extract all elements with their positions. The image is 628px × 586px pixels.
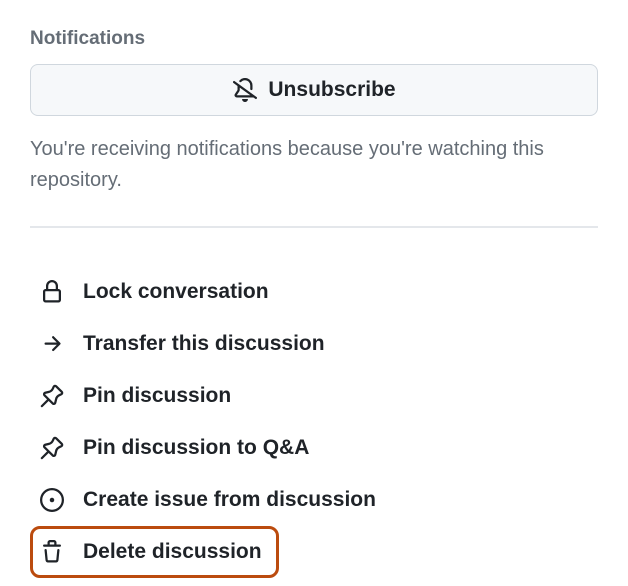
notifications-heading: Notifications bbox=[30, 28, 598, 50]
unsubscribe-label: Unsubscribe bbox=[268, 78, 395, 102]
pin-icon bbox=[39, 435, 65, 461]
pin-discussion-action[interactable]: Pin discussion bbox=[30, 370, 598, 422]
transfer-discussion-label: Transfer this discussion bbox=[83, 332, 325, 356]
bell-slash-icon bbox=[232, 77, 258, 103]
notifications-description: You're receiving notifications because y… bbox=[30, 134, 598, 196]
pin-discussion-qa-label: Pin discussion to Q&A bbox=[83, 436, 309, 460]
transfer-discussion-action[interactable]: Transfer this discussion bbox=[30, 318, 598, 370]
create-issue-action[interactable]: Create issue from discussion bbox=[30, 474, 598, 526]
create-issue-label: Create issue from discussion bbox=[83, 488, 376, 512]
trash-icon bbox=[39, 539, 65, 565]
pin-discussion-qa-action[interactable]: Pin discussion to Q&A bbox=[30, 422, 598, 474]
divider bbox=[30, 226, 598, 228]
issue-opened-icon bbox=[39, 487, 65, 513]
notifications-section: Notifications Unsubscribe You're receivi… bbox=[30, 28, 598, 196]
lock-icon bbox=[39, 279, 65, 305]
lock-conversation-label: Lock conversation bbox=[83, 280, 269, 304]
delete-discussion-action[interactable]: Delete discussion bbox=[30, 526, 279, 578]
pin-discussion-label: Pin discussion bbox=[83, 384, 231, 408]
pin-icon bbox=[39, 383, 65, 409]
unsubscribe-button[interactable]: Unsubscribe bbox=[30, 64, 598, 116]
action-list: Lock conversation Transfer this discussi… bbox=[30, 266, 598, 578]
lock-conversation-action[interactable]: Lock conversation bbox=[30, 266, 598, 318]
delete-discussion-label: Delete discussion bbox=[83, 540, 262, 564]
arrow-right-icon bbox=[39, 331, 65, 357]
